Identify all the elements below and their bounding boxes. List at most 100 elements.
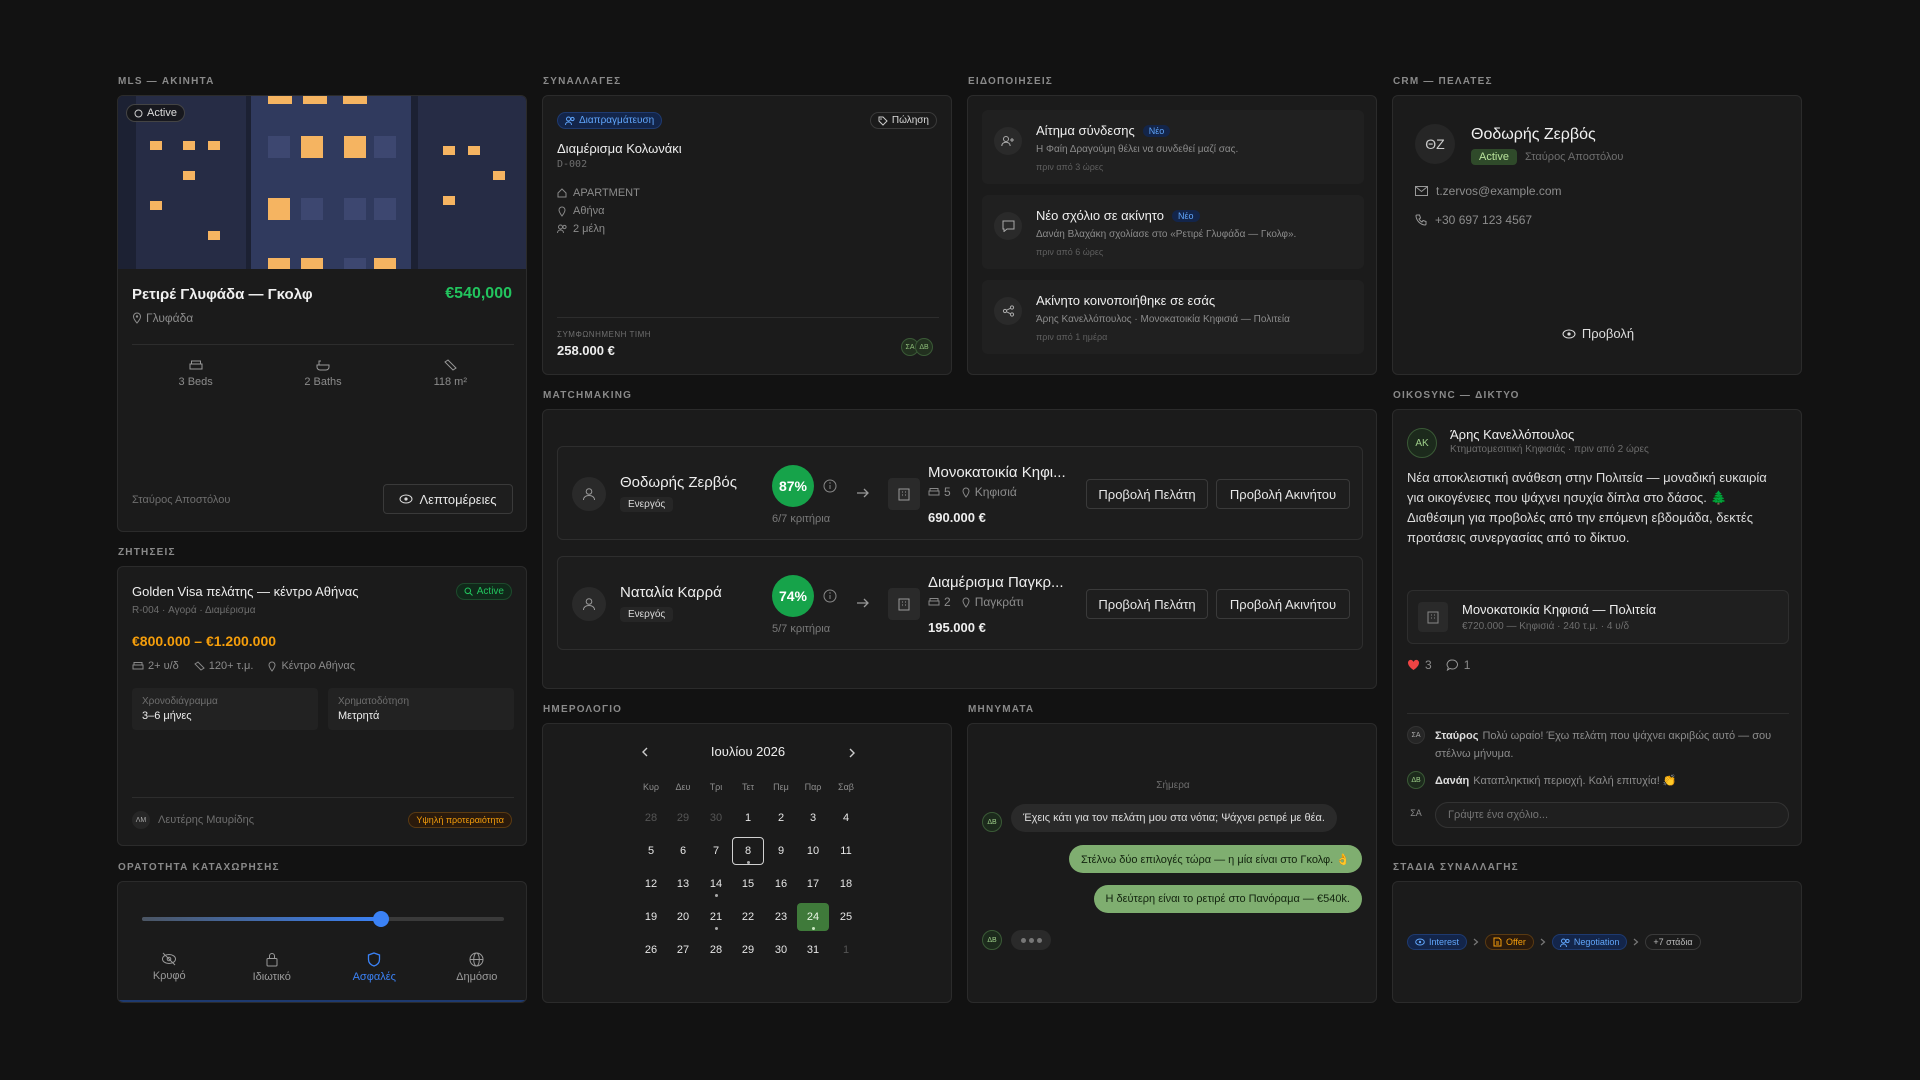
users-icon <box>565 116 575 125</box>
calendar-day[interactable]: 11 <box>830 837 862 865</box>
visibility-option[interactable]: Δημόσιο <box>432 952 522 983</box>
calendar-day[interactable]: 5 <box>635 837 667 865</box>
notifications-card: Αίτημα σύνδεσης Νέο Η Φαίη Δραγούμη θέλει … <box>967 95 1377 375</box>
more-stages-chip[interactable]: +7 στάδια <box>1645 934 1701 950</box>
notification-item[interactable]: Νέο σχόλιο σε ακίνητο Νέο Δανάη Βλαχάκη σχ… <box>982 195 1364 269</box>
comment-button[interactable]: 1 <box>1446 658 1470 672</box>
visibility-option[interactable]: Ιδιωτικό <box>227 952 317 983</box>
calendar-day[interactable]: 30 <box>765 936 797 964</box>
client-email[interactable]: t.zervos@example.com <box>1415 184 1562 198</box>
calendar-day[interactable]: 28 <box>700 936 732 964</box>
client-phone[interactable]: +30 697 123 4567 <box>1415 213 1532 227</box>
calendar-day[interactable]: 22 <box>732 903 764 931</box>
view-property-button[interactable]: Προβολή Ακινήτου <box>1216 589 1350 619</box>
messages-card: Σήμερα ΔΒ Έχεις κάτι για τον πελάτη μου … <box>967 723 1377 1003</box>
typing-indicator <box>1011 930 1051 950</box>
calendar-day[interactable]: 16 <box>765 870 797 898</box>
ruler-icon <box>443 359 458 371</box>
match-client-name: Θοδωρής Ζερβός <box>620 474 737 491</box>
demand-card[interactable]: Golden Visa πελάτης — κέντρο Αθήνας Acti… <box>117 566 527 846</box>
calendar-day[interactable]: 18 <box>830 870 862 898</box>
arrow-right-icon <box>856 487 870 499</box>
view-client-button[interactable]: Προβολή Πελάτη <box>1086 479 1208 509</box>
comment-icon <box>1446 659 1459 671</box>
stage-chip[interactable]: Negotiation <box>1551 934 1628 950</box>
calendar-day[interactable]: 15 <box>732 870 764 898</box>
calendar-day[interactable]: 2 <box>765 804 797 832</box>
notification-item[interactable]: Αίτημα σύνδεσης Νέο Η Φαίη Δραγούμη θέλει … <box>982 110 1364 184</box>
calendar-day[interactable]: 25 <box>830 903 862 931</box>
info-icon[interactable] <box>823 589 837 603</box>
calendar-day[interactable]: 28 <box>635 804 667 832</box>
calendar-day[interactable]: 1 <box>830 936 862 964</box>
calendar-day[interactable]: 6 <box>667 837 699 865</box>
post-attachment[interactable]: Μονοκατοικία Κηφισιά — Πολιτεία €720.000… <box>1407 590 1789 644</box>
composer-avatar: ΣΑ <box>1410 808 1422 818</box>
details-button[interactable]: Λεπτομέρειες <box>383 484 513 514</box>
notification-time: πριν από 3 ώρες <box>1036 162 1104 172</box>
visibility-slider-thumb[interactable] <box>372 911 389 927</box>
status-circle-icon <box>134 109 143 118</box>
pin-icon <box>961 486 971 498</box>
calendar-day[interactable]: 3 <box>797 804 829 832</box>
view-client-button[interactable]: Προβολή Πελάτη <box>1086 589 1208 619</box>
notification-title-text: Νέο σχόλιο σε ακίνητο <box>1036 208 1164 223</box>
stage-chip[interactable]: Offer <box>1485 934 1534 950</box>
shield-icon <box>329 952 419 967</box>
calendar-day[interactable]: 10 <box>797 837 829 865</box>
divider <box>1407 713 1789 714</box>
calendar-day[interactable]: 31 <box>797 936 829 964</box>
calendar-day[interactable]: 20 <box>667 903 699 931</box>
calendar-day[interactable]: 13 <box>667 870 699 898</box>
notification-time: πριν από 1 ημέρα <box>1036 332 1108 342</box>
calendar-day[interactable]: 12 <box>635 870 667 898</box>
crm-card[interactable]: ΘΖ Θοδωρής Ζερβός Active Σταύρος Αποστόλ… <box>1392 95 1802 375</box>
calendar-day[interactable]: 26 <box>635 936 667 964</box>
comment-input[interactable] <box>1435 802 1789 828</box>
demand-area-text: Κέντρο Αθήνας <box>281 660 356 672</box>
post-author[interactable]: Άρης Κανελλόπουλος <box>1450 427 1574 442</box>
like-button[interactable]: 3 <box>1407 658 1432 672</box>
visibility-underline <box>118 1000 526 1002</box>
view-property-button[interactable]: Προβολή Ακινήτου <box>1216 479 1350 509</box>
building-icon <box>888 588 920 620</box>
calendar-day[interactable]: 4 <box>830 804 862 832</box>
deal-type-badge: Πώληση <box>869 112 937 129</box>
info-icon[interactable] <box>823 479 837 493</box>
listing-card[interactable]: Active Ρετιρέ Γλυφάδα — Γκολφ €540,000 Γ… <box>117 95 527 532</box>
visibility-option[interactable]: Κρυφό <box>124 952 214 983</box>
calendar-day[interactable]: 29 <box>732 936 764 964</box>
calendar-day[interactable]: 1 <box>732 804 764 832</box>
bed-icon <box>132 661 144 671</box>
notification-time: πριν από 6 ώρες <box>1036 247 1104 257</box>
visibility-slider-track[interactable] <box>142 911 504 927</box>
area-stat: 118 m² <box>405 358 495 388</box>
section-label-notifications: ΕΙΔΟΠΟΙΗΣΕΙΣ <box>968 76 1053 87</box>
match-client-status: Ενεργός <box>620 497 674 512</box>
listing-location-text: Γλυφάδα <box>146 311 194 325</box>
calendar-day[interactable]: 7 <box>700 837 732 865</box>
calendar-day[interactable]: 23 <box>765 903 797 931</box>
match-client-name: Ναταλία Καρρά <box>620 584 722 601</box>
section-label-messages: ΜΗΝΥΜΑΤΑ <box>968 704 1035 715</box>
demand-status-badge: Active <box>455 583 512 600</box>
calendar-day[interactable]: 9 <box>765 837 797 865</box>
calendar-day[interactable]: 29 <box>667 804 699 832</box>
calendar-day[interactable]: 17 <box>797 870 829 898</box>
visibility-option[interactable]: Ασφαλές <box>329 952 419 983</box>
notification-item[interactable]: Ακίνητο κοινοποιήθηκε σε εσάς Άρης Κανελλ… <box>982 280 1364 354</box>
deal-card[interactable]: Διαπραγμάτευση Πώληση Διαμέρισμα Κολωνάκ… <box>542 95 952 375</box>
visibility-option-label: Κρυφό <box>152 970 186 982</box>
view-client-label: Προβολή <box>1581 326 1635 341</box>
view-client-button[interactable]: Προβολή <box>1393 326 1801 341</box>
calendar-day[interactable]: 30 <box>700 804 732 832</box>
match-rooms: 5 <box>944 485 951 499</box>
visibility-option-label: Ιδιωτικό <box>252 971 291 983</box>
stage-chip[interactable]: Interest <box>1407 934 1468 950</box>
match-property-meta: 5 Κηφισιά <box>928 485 1017 499</box>
tag-icon <box>878 116 888 126</box>
match-criteria: 5/7 κριτήρια <box>772 623 831 635</box>
pin-icon <box>267 660 277 672</box>
calendar-day[interactable]: 27 <box>667 936 699 964</box>
calendar-day[interactable]: 19 <box>635 903 667 931</box>
